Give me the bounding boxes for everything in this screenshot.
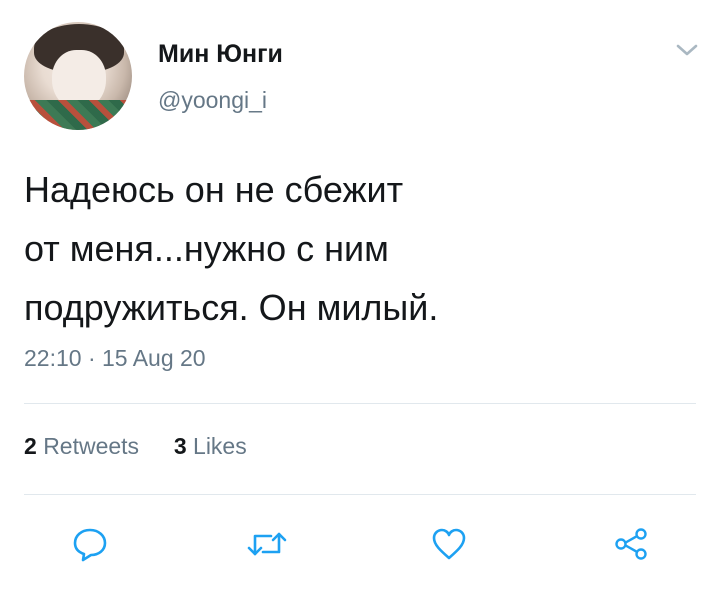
retweets-count: 2 xyxy=(24,433,37,459)
tweet-stats: 2 Retweets 3 Likes xyxy=(24,433,247,460)
reply-icon xyxy=(73,528,107,562)
chevron-down-icon[interactable] xyxy=(672,38,702,62)
retweets-stat[interactable]: 2 Retweets xyxy=(24,433,145,459)
tweet-text-line: подружиться. Он милый. xyxy=(24,287,439,328)
likes-count: 3 xyxy=(173,433,187,459)
display-name[interactable]: Мин Юнги xyxy=(158,40,283,69)
heart-icon xyxy=(432,528,466,560)
likes-label: Likes xyxy=(193,433,247,459)
retweet-icon xyxy=(247,532,287,556)
like-button[interactable] xyxy=(427,522,471,566)
share-button[interactable] xyxy=(609,522,653,566)
tweet-card: Мин Юнги @yoongi_i Надеюсь он не сбежит … xyxy=(0,0,720,592)
divider xyxy=(24,403,696,404)
tweet-text-line: Надеюсь он не сбежит xyxy=(24,169,404,210)
tweet-timestamp[interactable]: 22:10 · 15 Aug 20 xyxy=(24,345,206,372)
tweet-text: Надеюсь он не сбежит от меня...нужно с н… xyxy=(24,160,684,337)
retweets-label: Retweets xyxy=(43,433,140,459)
avatar-shirt xyxy=(24,100,132,130)
divider xyxy=(24,494,696,495)
tweet-text-line: от меня...нужно с ним xyxy=(24,228,389,269)
avatar[interactable] xyxy=(24,22,132,130)
retweet-button[interactable] xyxy=(245,522,289,566)
likes-stat[interactable]: 3 Likes xyxy=(174,433,247,459)
user-handle[interactable]: @yoongi_i xyxy=(158,87,267,114)
share-icon xyxy=(615,528,647,560)
reply-button[interactable] xyxy=(68,522,112,566)
